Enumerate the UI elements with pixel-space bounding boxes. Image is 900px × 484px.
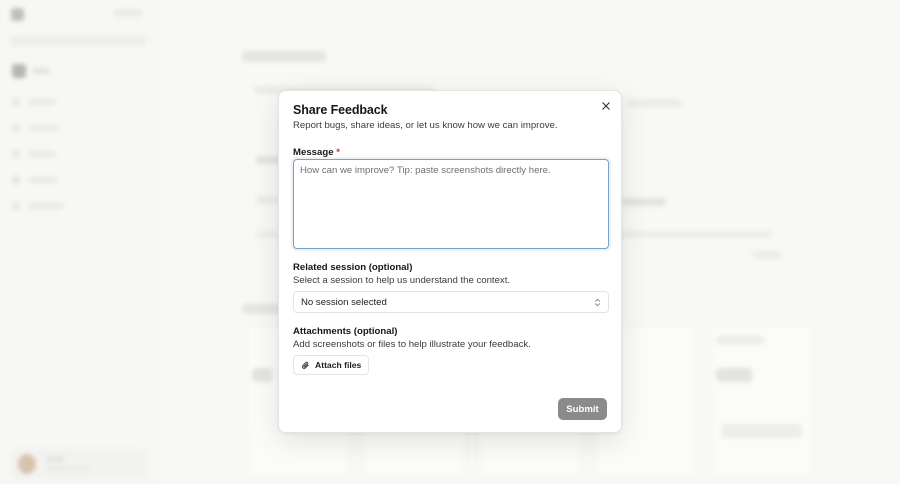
chevron-up-down-icon	[594, 298, 601, 306]
close-button[interactable]	[599, 99, 613, 113]
attach-files-label: Attach files	[315, 360, 362, 370]
session-select-value: No session selected	[301, 296, 387, 308]
close-icon	[602, 102, 610, 110]
submit-button[interactable]: Submit	[558, 398, 607, 420]
dialog-title: Share Feedback	[293, 103, 388, 117]
dialog-subtitle: Report bugs, share ideas, or let us know…	[293, 120, 558, 131]
feedback-dialog: Share Feedback Report bugs, share ideas,…	[278, 90, 622, 433]
session-select[interactable]: No session selected	[293, 291, 609, 313]
session-hint: Select a session to help us understand t…	[293, 275, 511, 286]
attachments-hint: Add screenshots or files to help illustr…	[293, 339, 531, 350]
message-label-text: Message	[293, 147, 334, 158]
message-label: Message *	[293, 147, 340, 158]
required-mark: *	[336, 147, 340, 158]
message-textarea[interactable]	[293, 159, 609, 249]
session-label: Related session (optional)	[293, 262, 413, 273]
attachments-label: Attachments (optional)	[293, 326, 398, 337]
attach-files-button[interactable]: Attach files	[293, 355, 370, 375]
paperclip-icon	[301, 361, 309, 369]
